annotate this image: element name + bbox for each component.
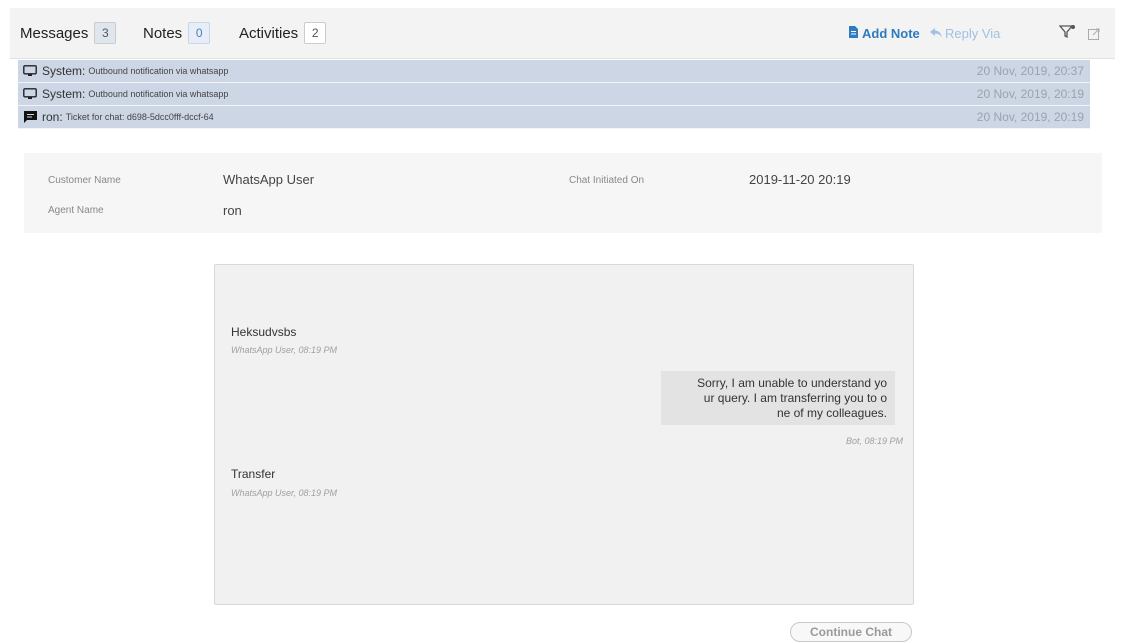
chat-bubble-icon xyxy=(22,110,38,124)
chat-initiated-label: Chat Initiated On xyxy=(569,175,645,186)
tab-messages-count: 3 xyxy=(94,22,117,44)
tab-notes-label: Notes xyxy=(143,24,183,42)
tab-activities[interactable]: Activities 2 xyxy=(239,22,327,44)
agent-name-value: ron xyxy=(223,203,242,218)
row-message: Outbound notification via whatsapp xyxy=(88,89,229,99)
add-note-label: Add Note xyxy=(862,26,920,41)
row-author: System: xyxy=(42,64,86,78)
row-author: System: xyxy=(42,87,86,101)
row-message: Outbound notification via whatsapp xyxy=(88,66,229,76)
continue-chat-button[interactable]: Continue Chat xyxy=(790,622,912,642)
row-author: ron: xyxy=(42,110,63,124)
tab-notes[interactable]: Notes 0 xyxy=(143,22,211,44)
bot-message-line: ne of my colleagues. xyxy=(776,406,887,420)
row-date: 20 Nov, 2019, 20:37 xyxy=(976,64,1084,78)
chat-initiated-value: 2019-11-20 20:19 xyxy=(749,172,851,187)
chat-info-panel: Customer Name WhatsApp User Agent Name r… xyxy=(24,153,1102,233)
list-item[interactable]: System: Outbound notification via whatsa… xyxy=(18,83,1090,106)
reply-via-button[interactable]: Reply Via xyxy=(930,26,1000,41)
reply-icon xyxy=(930,26,942,41)
tab-messages-label: Messages xyxy=(20,24,89,42)
row-message: Ticket for chat: d698-5dcc0fff-dccf-64 xyxy=(65,112,214,122)
tab-notes-count: 0 xyxy=(188,22,211,44)
customer-message-meta: WhatsApp User, 08:19 PM xyxy=(231,488,338,498)
tab-messages[interactable]: Messages 3 xyxy=(20,22,117,44)
reply-via-label: Reply Via xyxy=(945,26,1001,41)
filter-icon[interactable] xyxy=(1058,25,1075,44)
note-icon xyxy=(848,26,859,41)
tab-activities-count: 2 xyxy=(304,22,327,44)
bot-message-meta: Bot, 08:19 PM xyxy=(845,436,903,446)
tab-activities-label: Activities xyxy=(239,24,299,42)
popout-icon[interactable] xyxy=(1088,27,1100,45)
add-note-button[interactable]: Add Note xyxy=(848,26,920,41)
bot-message-line: Sorry, I am unable to understand yo xyxy=(697,376,887,390)
monitor-icon xyxy=(22,87,38,101)
activity-list: System: Outbound notification via whatsa… xyxy=(18,60,1090,129)
monitor-icon xyxy=(22,64,38,78)
customer-name-label: Customer Name xyxy=(48,175,121,186)
customer-name-value: WhatsApp User xyxy=(223,172,315,187)
list-item[interactable]: System: Outbound notification via whatsa… xyxy=(18,60,1090,83)
customer-message-meta: WhatsApp User, 08:19 PM xyxy=(231,345,338,355)
customer-message-text: Transfer xyxy=(231,467,276,481)
bot-message-line: ur query. I am transferring you to o xyxy=(703,391,887,405)
activity-tabs-bar: Messages 3 Notes 0 Activities 2 Add Note… xyxy=(10,8,1115,59)
agent-name-label: Agent Name xyxy=(48,205,104,216)
bot-message-bubble: Sorry, I am unable to understand yo ur q… xyxy=(661,371,895,425)
chat-transcript[interactable]: Heksudvsbs WhatsApp User, 08:19 PM Sorry… xyxy=(214,264,914,605)
customer-message-text: Heksudvsbs xyxy=(231,325,297,339)
row-date: 20 Nov, 2019, 20:19 xyxy=(976,87,1084,101)
row-date: 20 Nov, 2019, 20:19 xyxy=(976,110,1084,124)
list-item[interactable]: ron: Ticket for chat: d698-5dcc0fff-dccf… xyxy=(18,106,1090,129)
